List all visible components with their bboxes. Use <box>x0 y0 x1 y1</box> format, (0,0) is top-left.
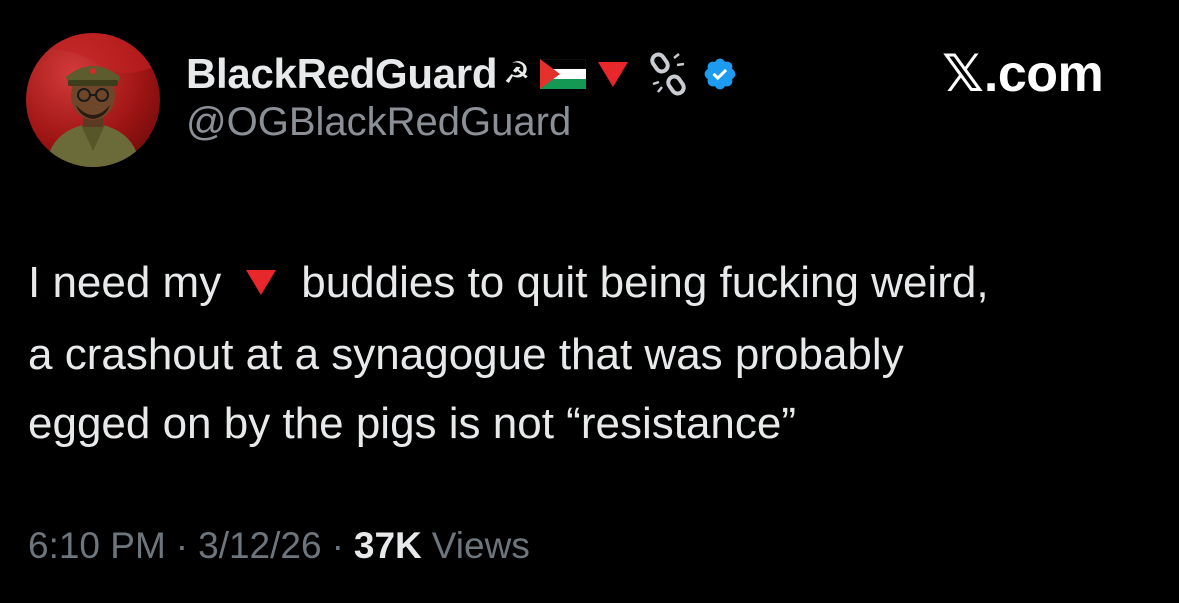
x-logo-icon: 𝕏 <box>942 44 984 104</box>
palestine-flag-icon <box>540 59 587 89</box>
author-handle[interactable]: @OGBlackRedGuard <box>186 100 571 145</box>
broken-chain-icon <box>650 52 686 96</box>
avatar-portrait-icon <box>26 33 160 167</box>
avatar[interactable] <box>26 33 160 167</box>
views-count[interactable]: 37K <box>354 525 422 567</box>
brand-domain: .com <box>983 45 1104 103</box>
tweet-line-2: a crashout at a synagogue that was proba… <box>28 329 904 379</box>
author-name-row[interactable]: BlackRedGuard ☭ <box>186 46 738 102</box>
tweet-text: I need my buddies to quit being fucking w… <box>28 248 1158 458</box>
meta-separator: · <box>175 525 189 566</box>
tweet-line-1-end: buddies to quit being fucking weird, <box>301 258 989 307</box>
tweet-date[interactable]: 3/12/26 <box>198 525 321 567</box>
tweet-line-1-start: I need my <box>28 258 222 307</box>
red-triangle-icon <box>245 247 277 316</box>
tweet-time[interactable]: 6:10 PM <box>28 525 166 567</box>
author-display-name[interactable]: BlackRedGuard <box>186 50 498 98</box>
meta-separator: · <box>331 525 344 566</box>
hammer-sickle-icon: ☭ <box>503 57 531 90</box>
views-label: Views <box>431 525 530 566</box>
tweet-line-3: egged on by the pigs is not “resistance” <box>28 398 797 448</box>
verified-badge-icon[interactable] <box>702 56 738 92</box>
tweet-line-1: I need my buddies to quit being fucking w… <box>28 248 1158 320</box>
tweet-meta: 6:10 PM · 3/12/26 · 37K Views <box>28 525 530 567</box>
red-triangle-icon <box>596 59 630 89</box>
brand-logo: 𝕏 .com <box>942 44 1104 104</box>
